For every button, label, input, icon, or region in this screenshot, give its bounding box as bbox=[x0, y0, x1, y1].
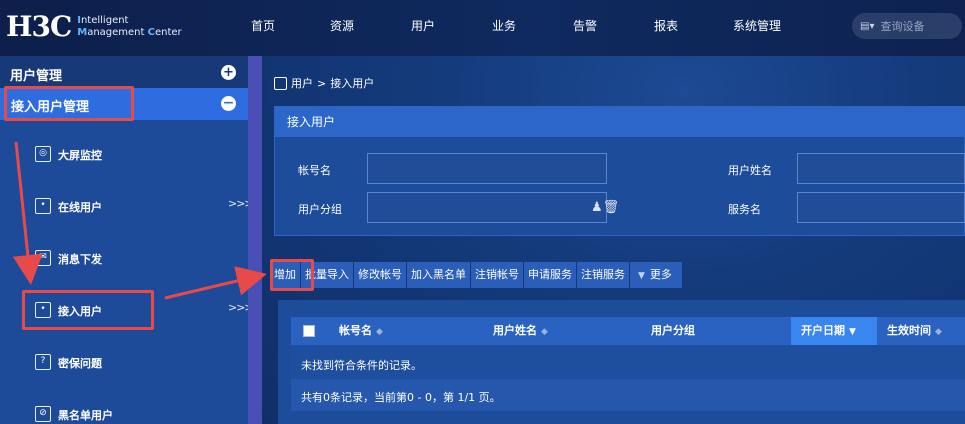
nav-reports[interactable]: 报表 bbox=[610, 0, 722, 56]
blacklist-icon: ⊘ bbox=[35, 406, 51, 422]
collapse-minus-icon[interactable]: − bbox=[221, 96, 236, 111]
add-to-blacklist-button[interactable]: 加入黑名单 bbox=[407, 262, 471, 288]
security-question-icon: ? bbox=[35, 354, 51, 370]
sidebar-item-online-users[interactable]: • 在线用户 >>> bbox=[0, 191, 254, 221]
online-user-icon: • bbox=[35, 198, 51, 214]
sidebar-item-message-dispatch[interactable]: ✉ 消息下发 bbox=[0, 243, 248, 273]
pagination-summary: 共有0条记录，当前第0 - 0，第 1/1 页。 bbox=[291, 379, 965, 411]
sort-icon: ◆ bbox=[541, 327, 548, 337]
expand-plus-icon[interactable]: + bbox=[221, 65, 236, 80]
nav-home[interactable]: 首页 bbox=[240, 0, 286, 56]
device-search-icon[interactable]: ▤▾ bbox=[860, 21, 874, 32]
cancel-account-button[interactable]: 注销帐号 bbox=[471, 262, 524, 288]
sidebar-item-label: 消息下发 bbox=[58, 253, 102, 266]
sort-icon: ◆ bbox=[935, 327, 942, 337]
action-toolbar: 增加 批量导入 修改帐号 加入黑名单 注销帐号 申请服务 注销服务 ▼ 更多 bbox=[270, 262, 683, 288]
account-input[interactable] bbox=[367, 153, 607, 184]
user-name-label: 用户姓名 bbox=[728, 164, 772, 177]
monitor-icon: ◎ bbox=[35, 146, 51, 162]
select-group-icon[interactable]: ♟🗑 bbox=[591, 200, 619, 215]
user-table: 帐号名 ◆ 用户姓名 ◆ 用户分组 开户日期 ▼ 生效时间 ◆ 未找到符合条件的记录。 … bbox=[278, 300, 965, 424]
col-open-date[interactable]: 开户日期 ▼ bbox=[791, 317, 877, 345]
breadcrumb-root[interactable]: 用户 bbox=[291, 75, 313, 91]
account-label: 帐号名 bbox=[298, 164, 331, 177]
more-label: 更多 bbox=[649, 268, 672, 281]
sidebar-header-label: 用户管理 bbox=[10, 69, 63, 84]
main-nav: 首页 资源 用户 业务 告警 报表 系统管理 bbox=[240, 0, 792, 56]
cancel-service-button[interactable]: 注销服务 bbox=[577, 262, 630, 288]
logo-mark: H3C bbox=[6, 10, 72, 43]
dropdown-caret-icon: ▼ bbox=[638, 271, 645, 281]
col-account[interactable]: 帐号名 ◆ bbox=[339, 317, 383, 345]
sidebar-item-label: 在线用户 bbox=[58, 201, 102, 214]
device-search-box[interactable]: ▤▾ 查询设备 bbox=[852, 13, 962, 39]
sort-desc-icon: ▼ bbox=[849, 327, 856, 337]
user-group-label: 用户分组 bbox=[298, 203, 342, 216]
main-content: 用户 > 接入用户 接入用户 帐号名 用户姓名 用户分组 ♟🗑 服务名 增加 批… bbox=[262, 56, 965, 424]
apply-service-button[interactable]: 申请服务 bbox=[524, 262, 577, 288]
modify-account-button[interactable]: 修改帐号 bbox=[354, 262, 407, 288]
h3c-logo[interactable]: H3C Intelligent Management Center bbox=[6, 10, 182, 44]
col-user-group[interactable]: 用户分组 bbox=[651, 317, 695, 345]
sidebar-item-label: 密保问题 bbox=[58, 357, 102, 370]
sidebar-item-label: 大屏监控 bbox=[58, 149, 102, 162]
more-button[interactable]: ▼ 更多 bbox=[630, 262, 683, 288]
sidebar-splitter[interactable] bbox=[248, 56, 262, 424]
nav-alarms[interactable]: 告警 bbox=[560, 0, 610, 56]
col-user-name[interactable]: 用户姓名 ◆ bbox=[493, 317, 548, 345]
empty-message: 未找到符合条件的记录。 bbox=[291, 345, 965, 379]
user-icon bbox=[274, 76, 287, 90]
breadcrumb-current: 接入用户 bbox=[330, 77, 375, 90]
nav-resources[interactable]: 资源 bbox=[286, 0, 398, 56]
user-group-input[interactable] bbox=[367, 192, 607, 223]
logo-subtitle: Intelligent Management Center bbox=[77, 15, 182, 38]
breadcrumb-separator: > bbox=[317, 76, 327, 90]
sort-icon: ◆ bbox=[376, 327, 383, 337]
sidebar-item-security-questions[interactable]: ? 密保问题 bbox=[0, 347, 248, 377]
breadcrumb: 用户 > 接入用户 bbox=[274, 75, 374, 91]
top-bar: H3C Intelligent Management Center 首页 资源 … bbox=[0, 0, 965, 56]
select-all-checkbox[interactable] bbox=[303, 325, 315, 337]
sidebar-item-label: 黑名单用户 bbox=[58, 409, 113, 422]
col-effective-time[interactable]: 生效时间 ◆ bbox=[887, 317, 942, 345]
table-header: 帐号名 ◆ 用户姓名 ◆ 用户分组 开户日期 ▼ 生效时间 ◆ bbox=[291, 317, 965, 345]
sidebar-item-blacklist-users[interactable]: ⊘ 黑名单用户 bbox=[0, 399, 248, 424]
service-label: 服务名 bbox=[728, 203, 761, 216]
message-icon: ✉ bbox=[35, 250, 51, 266]
nav-users[interactable]: 用户 bbox=[398, 0, 448, 56]
sidebar-header-user-management[interactable]: 用户管理 + bbox=[0, 56, 248, 88]
search-placeholder: 查询设备 bbox=[880, 20, 925, 33]
nav-system-management[interactable]: 系统管理 bbox=[722, 0, 792, 56]
panel-title: 接入用户 bbox=[275, 107, 964, 137]
sidebar-item-big-screen-monitor[interactable]: ◎ 大屏监控 bbox=[0, 139, 248, 169]
highlight-access-user-management bbox=[4, 86, 134, 121]
highlight-add-button bbox=[270, 259, 314, 291]
user-name-input[interactable] bbox=[797, 153, 965, 184]
nav-services[interactable]: 业务 bbox=[448, 0, 560, 56]
service-input[interactable] bbox=[797, 192, 965, 223]
highlight-access-users bbox=[22, 290, 154, 330]
